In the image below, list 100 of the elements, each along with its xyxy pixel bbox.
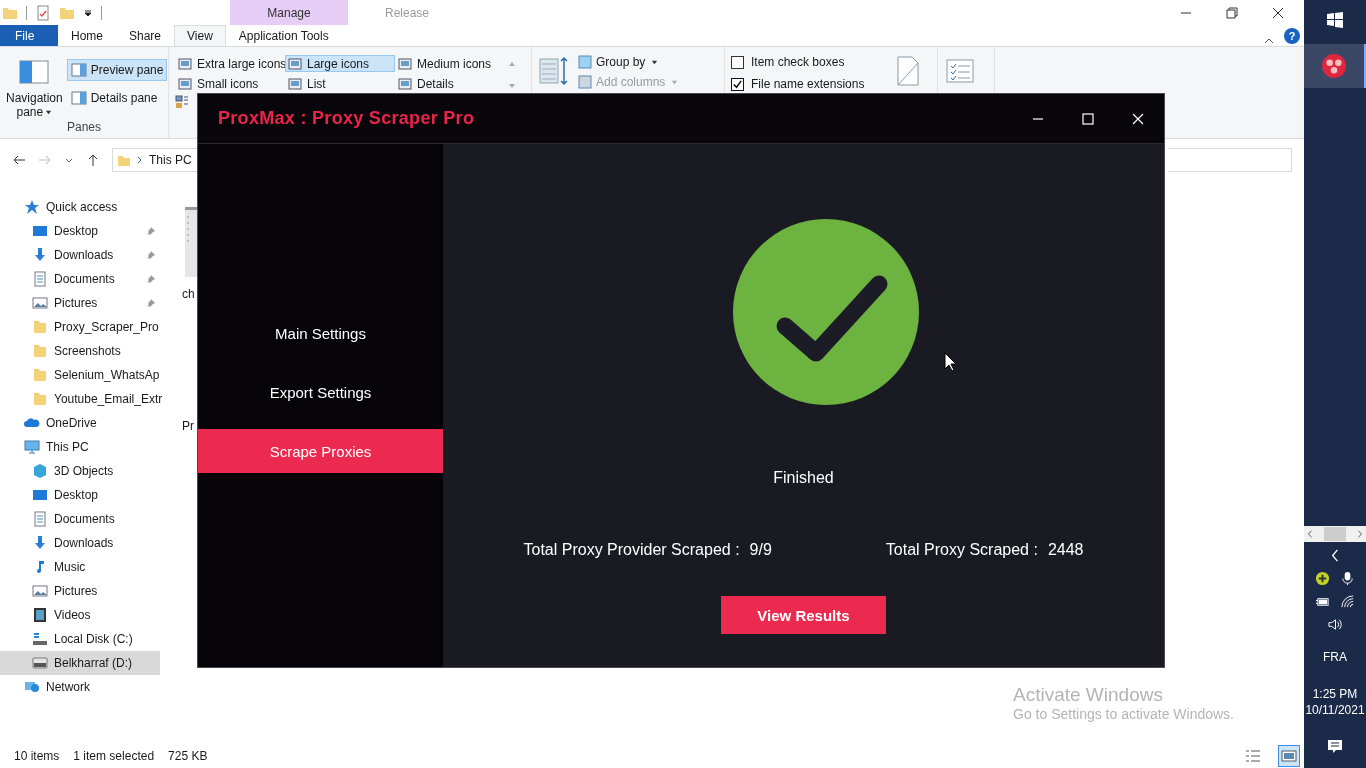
checkbox-option[interactable]: File name extensions [731,77,865,91]
contextual-tab-header: Release [384,4,430,22]
navigation-item[interactable]: Belkharraf (D:) [0,651,160,675]
back-icon[interactable] [12,153,26,167]
scroll-left-icon[interactable] [1306,529,1314,538]
navigation-item[interactable]: Screenshots [0,339,160,363]
sort-icon[interactable] [538,55,570,87]
folder-icon [117,153,131,167]
checkbox[interactable] [731,55,744,69]
pane-layout-icon [70,62,87,78]
wifi-icon[interactable] [1340,593,1355,609]
layout-option[interactable]: Large icons [285,55,395,72]
layout-option[interactable]: Extra large icons [175,55,285,72]
document-icon [32,511,48,527]
pin-icon[interactable] [146,250,156,260]
microphone-icon[interactable] [1340,570,1355,586]
plus-circle-icon[interactable] [1315,570,1330,586]
navigation-item[interactable]: Desktop [0,483,160,507]
contextual-tab-header: Manage [230,0,348,25]
clock-date[interactable]: 10/11/2021 [1305,701,1365,718]
collapse-ribbon-icon[interactable] [1264,36,1274,46]
star-icon [24,199,40,215]
navigation-item[interactable]: Local Disk (C:) [0,627,160,651]
navigation-item[interactable]: Proxy_Scraper_Pro [0,315,160,339]
navigation-item[interactable]: Youtube_Email_Extr [0,387,160,411]
taskbar-scrollbar[interactable] [1304,525,1366,542]
download-icon [32,247,48,263]
layout-option[interactable]: Medium icons [395,55,507,72]
speaker-icon[interactable] [1327,616,1343,632]
layout-icon[interactable] [175,95,189,109]
start-icon[interactable] [1327,12,1343,28]
navigation-item[interactable]: Documents [0,267,160,291]
input-language[interactable]: FRA [1323,649,1347,664]
navigation-item[interactable]: This PC [0,435,160,459]
taskbar-app-button[interactable] [1304,44,1366,88]
layout-option[interactable]: List [285,75,395,92]
navigation-item[interactable]: Documents [0,507,160,531]
app-title: ProxMax : Proxy Scraper Pro [218,108,475,129]
selection-status: 1 item selected [73,749,155,763]
pin-icon[interactable] [146,226,156,236]
view-icon [398,56,412,71]
ribbon-tab[interactable]: Application Tools [225,25,342,46]
scroll-thumb[interactable] [1324,526,1346,541]
ribbon-tab[interactable]: Share [116,25,175,46]
navigation-item[interactable]: Pictures [0,291,160,315]
maximize-icon[interactable] [1082,112,1094,125]
view-toggle-button[interactable] [1278,745,1300,767]
restore-icon[interactable] [1226,6,1238,19]
pane-button[interactable]: Details pane [66,87,168,109]
navigation-item[interactable]: Selenium_WhatsAp [0,363,160,387]
layout-option[interactable]: Small icons [175,75,285,92]
view-results-button[interactable]: View Results [721,596,886,634]
navigation-item[interactable]: Desktop [0,219,160,243]
navigation-item[interactable]: Music [0,555,160,579]
navigation-item[interactable]: Network [0,675,160,699]
stat-label: Total Proxy Scraped : [885,541,1038,559]
column-icon [578,55,592,69]
up-icon[interactable] [86,153,100,167]
dropdown-icon[interactable] [83,7,93,18]
navigation-item[interactable]: Pictures [0,579,160,603]
scroll-right-icon[interactable] [1356,529,1364,538]
address-path: This PC [149,153,192,167]
clock-time[interactable]: 1:25 PM [1312,685,1358,702]
network-icon [24,679,40,695]
sidebar-item[interactable]: Main Settings [198,311,443,355]
file-name[interactable]: ch [182,287,195,301]
navigation-item[interactable]: Downloads [0,243,160,267]
pane-layout-icon [70,90,87,106]
current-view-option[interactable]: Group by [578,55,679,69]
checkbox-option[interactable]: Item check boxes [731,55,865,69]
ribbon-tab[interactable]: View [174,25,226,46]
drive-icon [32,655,48,671]
search-field[interactable] [1168,148,1292,172]
picture-icon [32,295,48,311]
navigation-item[interactable]: Quick access [0,195,160,219]
navigation-item[interactable]: Videos [0,603,160,627]
address-bar[interactable]: This PC [112,148,198,172]
properties-icon[interactable] [35,4,51,21]
sidebar-item[interactable]: Export Settings [198,370,443,414]
file-name[interactable]: Pr [182,419,194,433]
layout-option[interactable]: Details [395,75,507,92]
close-icon[interactable] [1272,6,1284,19]
pin-icon[interactable] [146,274,156,284]
view-icon [288,56,302,71]
help-button[interactable]: ? [1284,28,1300,44]
app-logo-icon [1321,53,1347,79]
sidebar-item[interactable]: Scrape Proxies [198,429,443,473]
navigation-item[interactable]: Downloads [0,531,160,555]
ribbon-tab[interactable]: File [0,25,58,46]
notifications-icon[interactable] [1327,738,1343,754]
checkbox[interactable] [731,77,744,91]
group-label: Panes [66,120,102,134]
pane-button[interactable]: Preview pane [66,59,168,81]
document-icon [32,271,48,287]
pin-icon[interactable] [146,298,156,308]
file-thumbnail-icon[interactable] [185,207,197,277]
navigation-item[interactable]: 3D Objects [0,459,160,483]
navigation-item[interactable]: OneDrive [0,411,160,435]
ribbon-tab[interactable]: Home [58,25,116,46]
navigation-pane-button[interactable]: Navigation pane [6,51,63,120]
